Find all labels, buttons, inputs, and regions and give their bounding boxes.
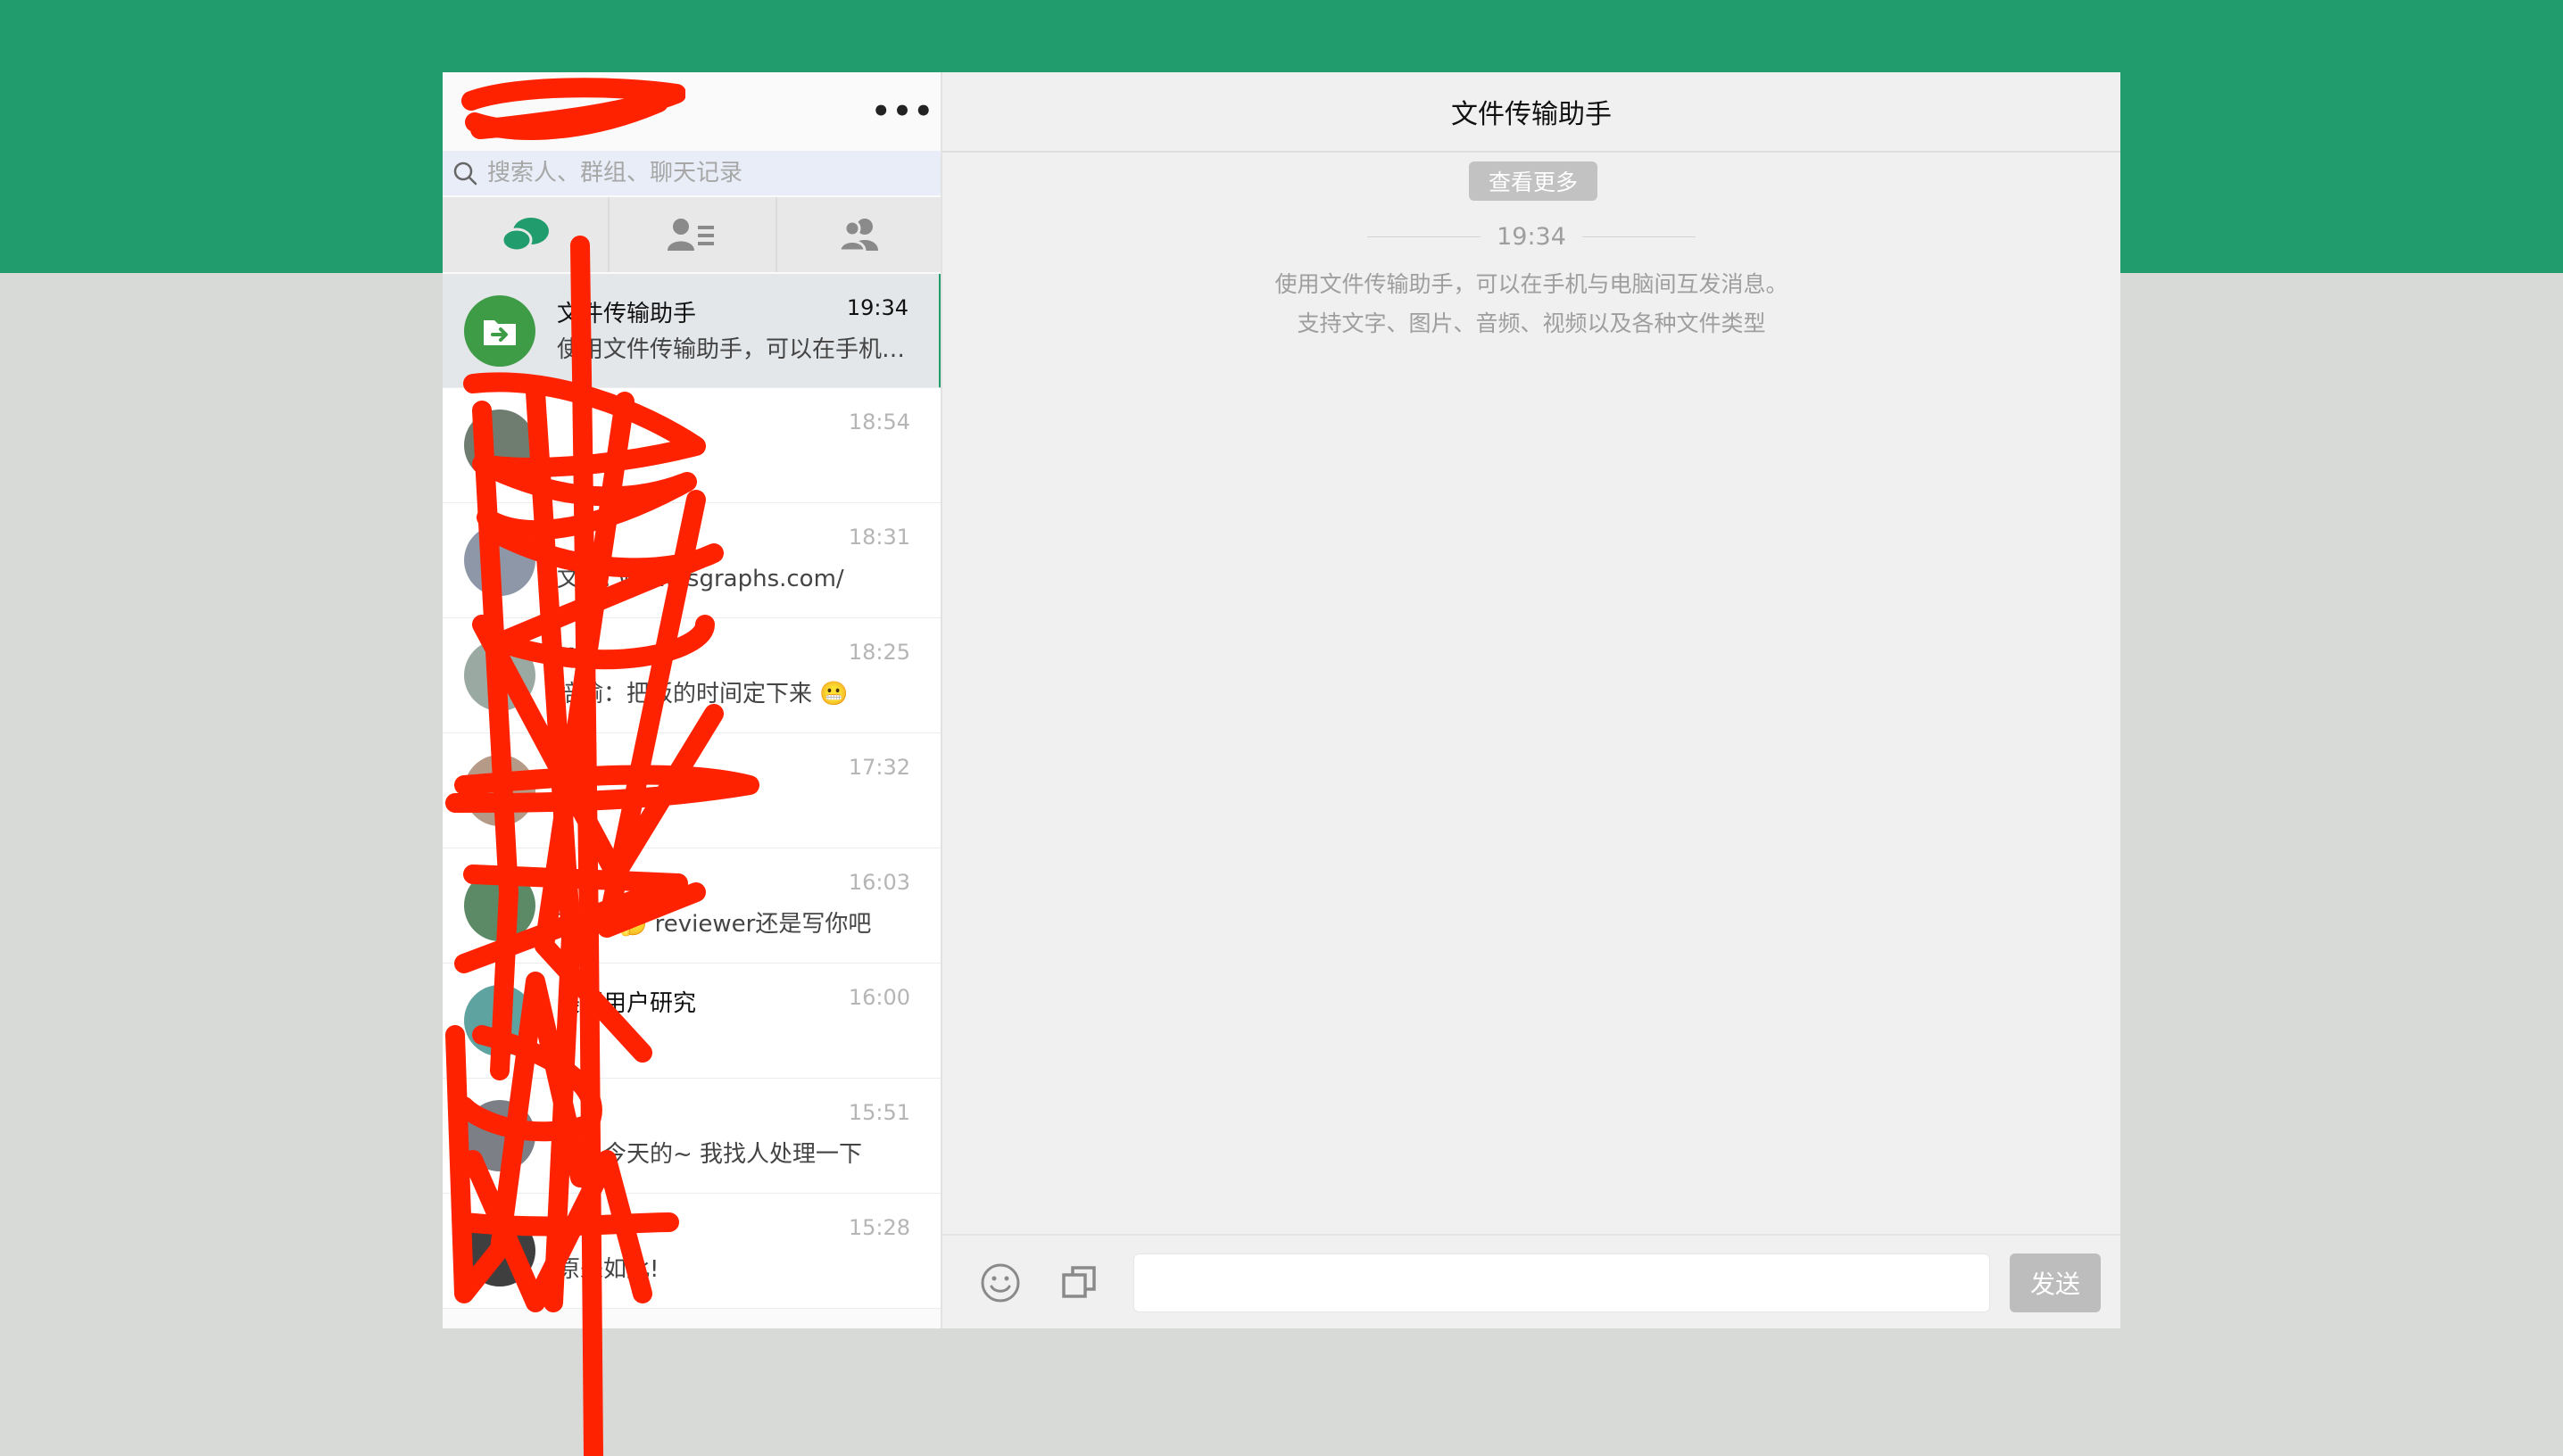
list-item[interactable]: 18:54 [443,388,941,503]
list-item[interactable]: 16:03 瑞情: 🤔 reviewer还是写你吧 [443,848,941,964]
divider-time: 19:34 [1497,222,1566,251]
list-item[interactable]: ie 18:25 培瑜：把饭的时间定下来 😬 [443,618,941,733]
list-item[interactable]: 17:32 [443,733,941,848]
conversation-name: ie [557,640,578,666]
chat-title: 文件传输助手 [942,72,2120,153]
conversation-list: 文件传输助手 19:34 使用文件传输助手，可以在手机与电脑间互发消息。 18:… [443,274,941,1309]
message-time-divider: 19:34 [1351,219,1712,254]
tab-chats[interactable] [443,197,610,272]
avatar [464,525,535,596]
conversation-name: 美团用户研究 [557,990,697,1017]
search-icon [452,160,478,186]
list-item[interactable]: 15:51 那是今天的~ 我找人处理一下 [443,1079,941,1194]
send-button[interactable]: 发送 [2010,1253,2101,1312]
conversation-time: 16:00 [848,985,910,1010]
conversation-time: 17:32 [848,755,910,780]
list-item[interactable]: 美团用户研究 16:00 [443,964,941,1079]
conversation-preview: 原来如此! [557,1256,659,1283]
message-input[interactable] [1133,1253,1990,1312]
tab-groups[interactable] [777,197,941,272]
avatar [464,295,535,367]
emoji-icon[interactable] [978,1261,1023,1305]
conversation-preview: 培瑜：把饭的时间定下来 😬 [557,681,849,707]
wechat-window: ••• 搜索人、群组、聊天记录 文件传输助手 19:34 使用文件传输助手，可以… [443,72,2120,1328]
sidebar-tabs [443,197,941,272]
conversation-preview: 那是今天的~ 我找人处理一下 [557,1141,863,1168]
chat-panel: 文件传输助手 查看更多 19:34 使用文件传输助手，可以在手机与电脑间互发消息… [942,72,2120,1328]
avatar [464,870,535,941]
list-item[interactable]: 文件传输助手 19:34 使用文件传输助手，可以在手机与电脑间互发消息。 [443,274,941,388]
file-transfer-icon [484,320,516,345]
screenshot-icon[interactable] [1058,1262,1099,1303]
avatar [464,1215,535,1286]
message-composer: 发送 [942,1234,2120,1328]
sidebar-header: ••• [443,72,941,151]
groups-icon [838,219,879,252]
conversation-time: 16:03 [848,870,910,895]
conversation-time: 18:31 [848,525,910,550]
conversation-name: 文件传输助手 [557,301,697,327]
sidebar: ••• 搜索人、群组、聊天记录 文件传输助手 19:34 使用文件传输助手，可以… [443,72,942,1328]
conversation-preview: 使用文件传输助手，可以在手机与电脑间互发消息。 [557,336,914,363]
search-bar [443,151,941,195]
avatar [464,985,535,1056]
contacts-icon [667,219,714,251]
conversation-time: 19:34 [846,295,908,320]
avatar [464,1100,535,1171]
search-input[interactable] [485,159,917,187]
conversation-time: 18:25 [848,640,910,665]
list-item[interactable]: 15:28 原来如此! [443,1194,941,1309]
avatar [464,640,535,711]
avatar [464,755,535,826]
conversation-time: 18:54 [848,410,910,434]
conversation-preview: 瑞情: 🤔 reviewer还是写你吧 [557,911,872,938]
system-message-line-2: 支持文字、图片、音频、视频以及各种文件类型 [1297,310,1766,336]
conversation-time: 15:28 [848,1215,910,1240]
redacted-username [461,78,685,140]
more-menu-button[interactable]: ••• [871,90,933,133]
conversation-preview: 文字: www.jsgraphs.com/ [557,566,844,592]
system-message-line-1: 使用文件传输助手，可以在手机与电脑间互发消息。 [1274,271,1788,297]
avatar [464,410,535,481]
chat-bubbles-icon [501,218,549,252]
tab-contacts[interactable] [610,197,777,272]
list-item[interactable]: 18:31 文字: www.jsgraphs.com/ [443,503,941,618]
load-more-button[interactable]: 查看更多 [1469,161,1597,201]
conversation-time: 15:51 [848,1100,910,1125]
